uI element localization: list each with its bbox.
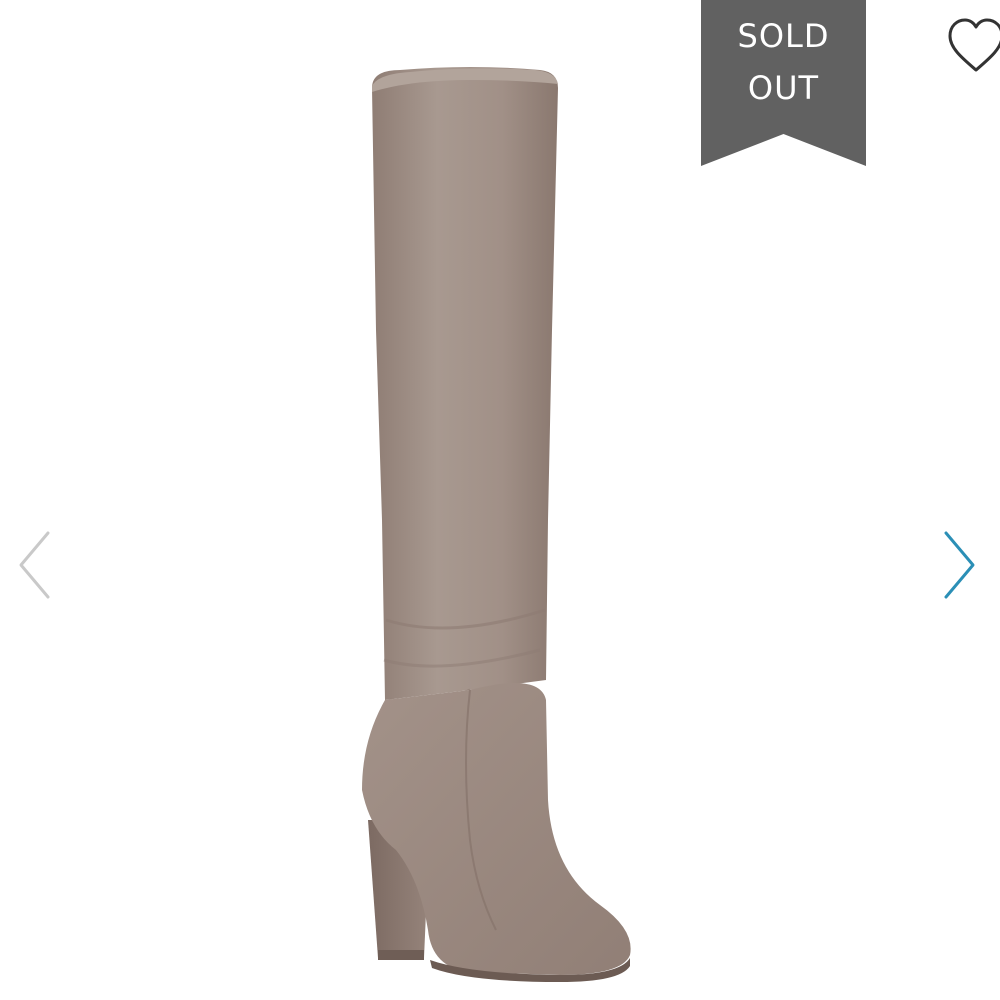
chevron-right-icon <box>944 531 975 599</box>
chevron-left-icon <box>19 531 50 599</box>
sold-out-badge: SOLD OUT <box>701 0 866 166</box>
heart-outline-icon <box>948 18 1000 72</box>
next-image-button[interactable] <box>940 525 980 605</box>
product-image-viewer: SOLD OUT <box>0 0 1000 1000</box>
previous-image-button[interactable] <box>15 525 55 605</box>
favorite-button[interactable] <box>944 14 1000 80</box>
sold-out-label-line-1: SOLD <box>737 17 830 55</box>
sold-out-label-line-2: OUT <box>747 69 820 107</box>
